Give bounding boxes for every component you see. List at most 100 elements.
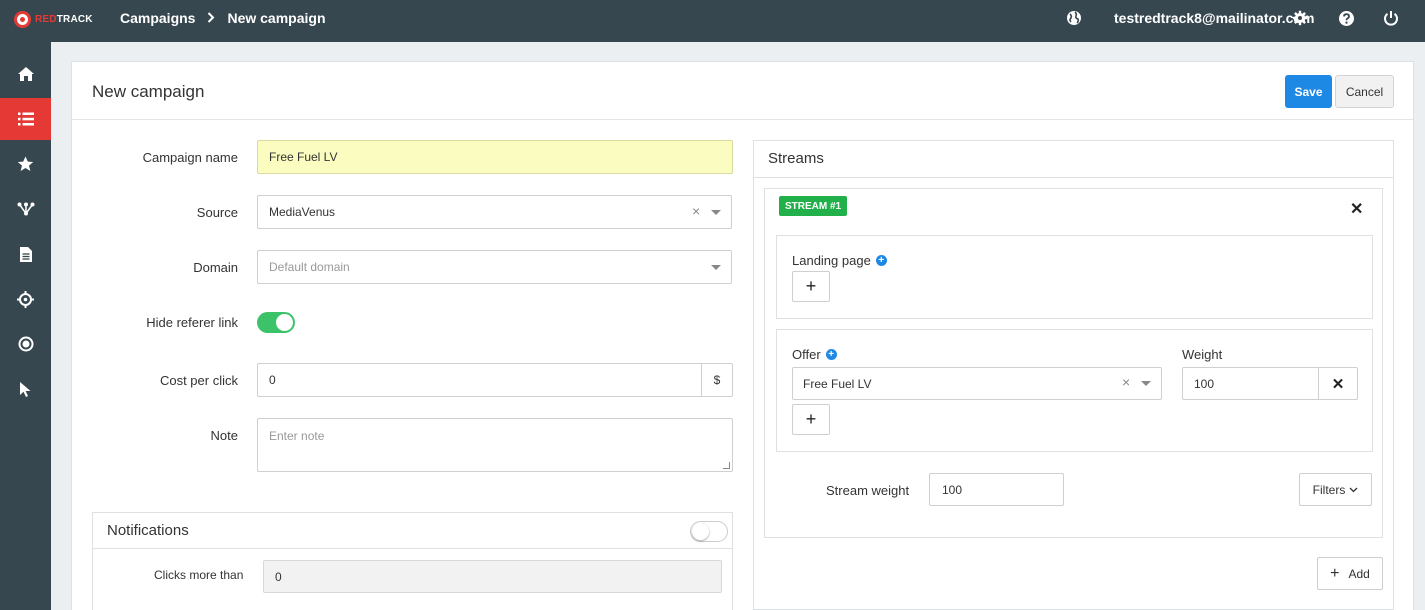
page-title: New campaign — [92, 82, 205, 101]
weight-label: Weight — [1182, 347, 1223, 362]
hide-referer-label: Hide referer link — [146, 315, 238, 330]
campaign-name-input[interactable]: Free Fuel LV — [257, 140, 733, 174]
gear-icon[interactable] — [1292, 10, 1308, 29]
chevron-down-icon — [1349, 487, 1358, 492]
streams-title: Streams — [768, 150, 824, 167]
clear-icon[interactable]: × — [1122, 374, 1130, 390]
remove-offer-button[interactable]: ✕ — [1318, 367, 1358, 400]
notifications-header: Notifications — [93, 513, 732, 549]
sidebar-item-reports[interactable] — [0, 233, 51, 275]
cpc-value: 0 — [269, 373, 276, 387]
filters-button[interactable]: Filters — [1299, 473, 1372, 506]
campaign-name-label: Campaign name — [142, 150, 238, 165]
add-label: Add — [1348, 566, 1370, 581]
chevron-down-icon[interactable] — [711, 265, 721, 270]
notifications-panel: Notifications Clicks more than 0 — [92, 512, 733, 610]
sidebar-item-conversions[interactable] — [0, 323, 51, 365]
domain-placeholder: Default domain — [269, 260, 350, 274]
save-button[interactable]: Save — [1285, 75, 1332, 108]
note-label: Note — [210, 428, 238, 443]
toggle-knob — [276, 314, 293, 331]
source-value: MediaVenus — [269, 205, 336, 219]
filters-label: Filters — [1312, 482, 1346, 497]
target-icon — [18, 336, 33, 352]
add-stream-button[interactable]: + Add — [1317, 557, 1383, 590]
star-icon — [17, 156, 34, 171]
offer-text: Offer — [792, 347, 821, 362]
weight-input[interactable]: 100 — [1182, 367, 1318, 400]
top-bar: REDTRACK Campaigns New campaign testredt… — [0, 0, 1425, 42]
streams-panel: Streams STREAM #1 ✕ Landing page + + Off… — [753, 140, 1394, 610]
stream-card: STREAM #1 ✕ Landing page + + Offer + Wei… — [764, 188, 1383, 538]
help-icon[interactable] — [1338, 10, 1355, 30]
toggle-knob — [692, 523, 709, 540]
source-label: Source — [196, 205, 238, 220]
domain-label: Domain — [193, 260, 238, 275]
sidebar-item-clicks[interactable] — [0, 368, 51, 410]
sidebar-item-home[interactable] — [0, 53, 51, 95]
clicks-value: 0 — [275, 569, 282, 584]
stream-weight-input[interactable]: 100 — [929, 473, 1064, 506]
note-placeholder: Enter note — [269, 429, 325, 443]
currency-addon: $ — [701, 363, 732, 397]
power-icon[interactable] — [1383, 10, 1399, 29]
offer-value: Free Fuel LV — [803, 376, 872, 391]
chevron-down-icon[interactable] — [711, 210, 721, 215]
cursor-icon — [20, 381, 31, 397]
landing-page-label: Landing page + — [792, 253, 887, 268]
sidebar-item-tracking[interactable] — [0, 278, 51, 320]
funnel-icon — [17, 202, 34, 216]
add-circle-icon[interactable]: + — [825, 349, 837, 360]
stream-weight-label: Stream weight — [826, 483, 910, 498]
clicks-more-than-input[interactable]: 0 — [263, 560, 722, 593]
plus-icon: + — [805, 409, 817, 429]
resize-handle-icon[interactable] — [723, 462, 730, 469]
domain-select[interactable]: Default domain — [257, 250, 732, 284]
clicks-more-than-label: Clicks more than — [154, 568, 244, 582]
sidebar-item-favorites[interactable] — [0, 143, 51, 185]
source-select[interactable]: MediaVenus × — [257, 195, 732, 229]
logo-text: REDTRACK — [35, 13, 93, 25]
breadcrumb-campaigns[interactable]: Campaigns — [120, 10, 195, 26]
chevron-down-icon[interactable] — [1141, 381, 1151, 386]
notifications-title: Notifications — [107, 522, 189, 539]
add-circle-icon[interactable]: + — [875, 255, 887, 266]
sidebar-item-campaigns[interactable] — [0, 98, 51, 140]
list-icon — [17, 112, 34, 126]
landing-page-text: Landing page — [792, 253, 871, 268]
clear-icon[interactable]: × — [692, 203, 700, 219]
add-landing-button[interactable]: + — [792, 271, 830, 302]
add-offer-button[interactable]: + — [792, 404, 830, 435]
chevron-right-icon — [207, 10, 215, 26]
stream-weight-value: 100 — [942, 482, 963, 497]
redtrack-logo[interactable]: REDTRACK — [14, 9, 93, 29]
plus-icon: + — [805, 276, 817, 296]
logo-mark-icon — [14, 10, 31, 28]
offer-label: Offer + — [792, 347, 837, 362]
weight-value: 100 — [1194, 376, 1215, 391]
offer-section: Offer + Weight Free Fuel LV × 100 ✕ + — [776, 329, 1373, 452]
divider — [754, 177, 1393, 178]
cpc-input[interactable]: 0 — [257, 363, 733, 397]
plus-icon: + — [1330, 564, 1340, 582]
card-header: New campaign Save Cancel — [72, 62, 1413, 120]
sidebar-item-funnels[interactable] — [0, 188, 51, 230]
notifications-toggle[interactable] — [690, 521, 728, 542]
globe-icon[interactable] — [1066, 10, 1082, 29]
campaign-name-value: Free Fuel LV — [269, 150, 338, 164]
crosshair-icon — [17, 290, 34, 308]
close-icon: ✕ — [1331, 375, 1345, 393]
landing-page-section: Landing page + + — [776, 235, 1373, 319]
breadcrumb: Campaigns New campaign — [120, 10, 326, 26]
home-icon — [17, 67, 34, 81]
cancel-button[interactable]: Cancel — [1335, 75, 1394, 108]
user-email[interactable]: testredtrack8@mailinator.com — [1114, 10, 1314, 26]
hide-referer-toggle[interactable] — [257, 312, 295, 333]
offer-select[interactable]: Free Fuel LV × — [792, 367, 1162, 400]
sidebar — [0, 42, 51, 610]
note-textarea[interactable]: Enter note — [257, 418, 733, 472]
breadcrumb-current: New campaign — [227, 10, 326, 26]
document-icon — [19, 246, 32, 262]
cpc-label: Cost per click — [159, 373, 238, 388]
close-icon[interactable]: ✕ — [1350, 199, 1363, 219]
